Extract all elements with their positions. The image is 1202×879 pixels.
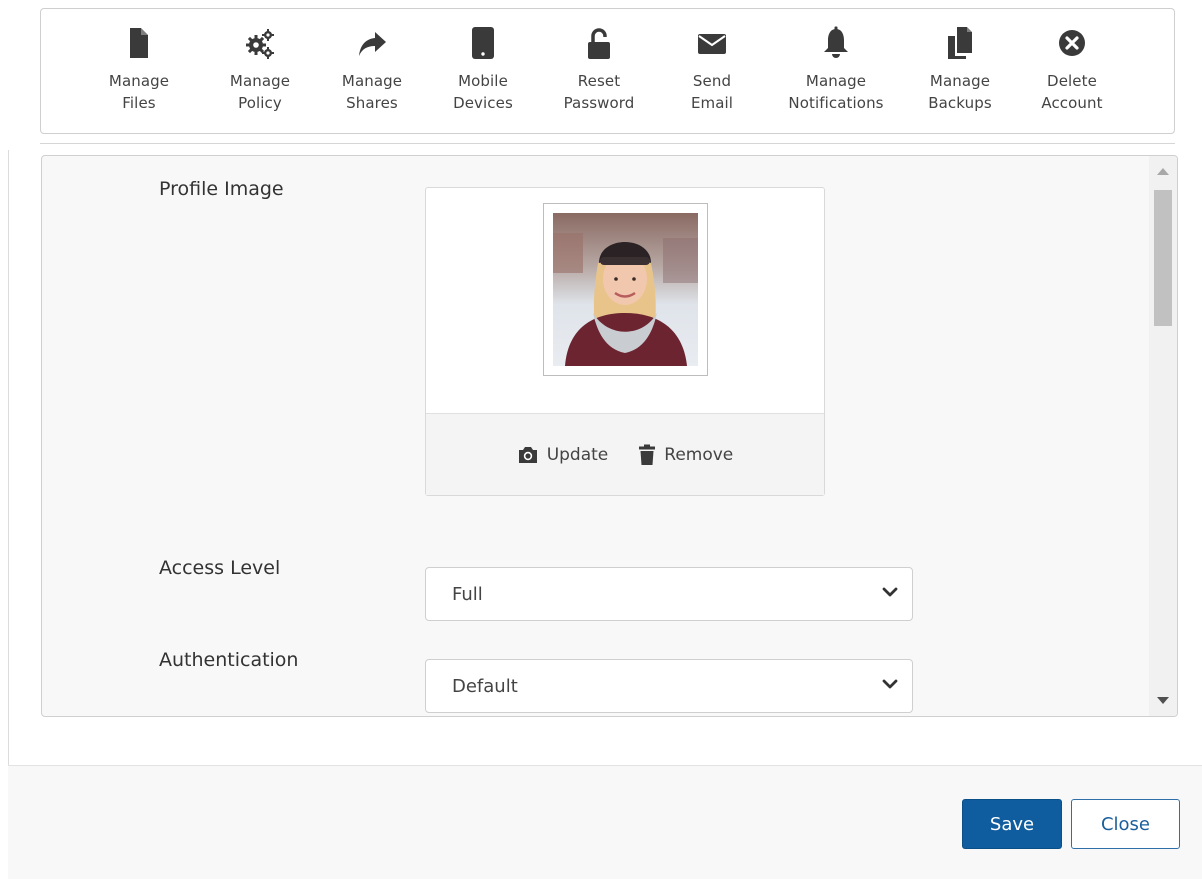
authentication-value: Default xyxy=(452,676,518,697)
share-arrow-icon xyxy=(357,26,387,60)
authentication-label: Authentication xyxy=(159,649,299,671)
envelope-icon xyxy=(697,26,727,60)
mobile-devices-button[interactable]: Mobile Devices xyxy=(431,26,535,114)
close-button[interactable]: Close xyxy=(1071,799,1180,849)
manage-files-label-2: Files xyxy=(122,94,156,112)
unlock-icon xyxy=(584,26,614,60)
manage-shares-button[interactable]: Manage Shares xyxy=(320,26,424,114)
manage-files-button[interactable]: Manage Files xyxy=(87,26,191,114)
dialog-footer: Save Close xyxy=(8,765,1202,879)
file-icon xyxy=(124,26,154,60)
manage-backups-label-1: Manage xyxy=(929,72,991,90)
panel-scrollbar[interactable] xyxy=(1149,156,1177,716)
manage-files-label-1: Manage xyxy=(108,72,170,90)
user-form-panel[interactable]: Profile Image Update Remove Access Level… xyxy=(41,155,1178,717)
remove-photo-button[interactable]: Remove xyxy=(638,444,733,466)
profile-image-actions: Update Remove xyxy=(426,413,824,495)
reset-password-button[interactable]: Reset Password xyxy=(547,26,651,114)
manage-notifications-label-2: Notifications xyxy=(788,94,884,112)
mobile-devices-label-2: Devices xyxy=(453,94,513,112)
chevron-down-icon xyxy=(882,587,898,597)
access-level-label: Access Level xyxy=(159,557,281,579)
profile-image-card: Update Remove xyxy=(425,187,825,496)
toolbar-divider xyxy=(40,143,1175,144)
update-photo-label: Update xyxy=(546,444,609,465)
send-email-button[interactable]: Send Email xyxy=(660,26,764,114)
send-email-label-2: Email xyxy=(690,94,734,112)
copy-files-icon xyxy=(945,26,975,60)
manage-policy-label-1: Manage xyxy=(229,72,291,90)
delete-account-label-1: Delete xyxy=(1047,72,1097,90)
delete-account-button[interactable]: Delete Account xyxy=(1020,26,1124,114)
profile-image-label: Profile Image xyxy=(159,178,284,200)
send-email-label-1: Send xyxy=(692,72,732,90)
manage-backups-button[interactable]: Manage Backups xyxy=(908,26,1012,114)
reset-password-label-1: Reset xyxy=(577,72,621,90)
save-button[interactable]: Save xyxy=(962,799,1062,849)
trash-icon xyxy=(639,444,656,465)
manage-policy-button[interactable]: Manage Policy xyxy=(208,26,312,114)
access-level-select[interactable]: Full xyxy=(425,567,913,621)
cogs-icon xyxy=(245,26,275,60)
manage-policy-label-2: Policy xyxy=(238,94,282,112)
circle-x-icon xyxy=(1057,26,1087,60)
scroll-down-arrow-icon[interactable] xyxy=(1157,697,1169,704)
scroll-up-arrow-icon[interactable] xyxy=(1157,168,1169,175)
tablet-icon xyxy=(468,26,498,60)
remove-photo-label: Remove xyxy=(664,444,734,465)
action-toolbar: Manage Files Manage Policy Manage Shares… xyxy=(40,8,1175,134)
bell-icon xyxy=(821,26,851,60)
chevron-down-icon xyxy=(882,679,898,689)
camera-icon xyxy=(518,446,537,463)
profile-photo xyxy=(543,203,708,376)
manage-notifications-button[interactable]: Manage Notifications xyxy=(784,26,888,114)
profile-photo-image xyxy=(553,213,698,366)
scrollbar-thumb[interactable] xyxy=(1154,190,1172,326)
delete-account-label-2: Account xyxy=(1041,94,1103,112)
authentication-select[interactable]: Default xyxy=(425,659,913,713)
manage-shares-label-2: Shares xyxy=(346,94,398,112)
manage-notifications-label-1: Manage xyxy=(805,72,867,90)
reset-password-label-2: Password xyxy=(563,94,635,112)
manage-backups-label-2: Backups xyxy=(928,94,992,112)
mobile-devices-label-1: Mobile xyxy=(458,72,508,90)
access-level-value: Full xyxy=(452,584,483,605)
manage-shares-label-1: Manage xyxy=(341,72,403,90)
update-photo-button[interactable]: Update xyxy=(517,444,609,465)
